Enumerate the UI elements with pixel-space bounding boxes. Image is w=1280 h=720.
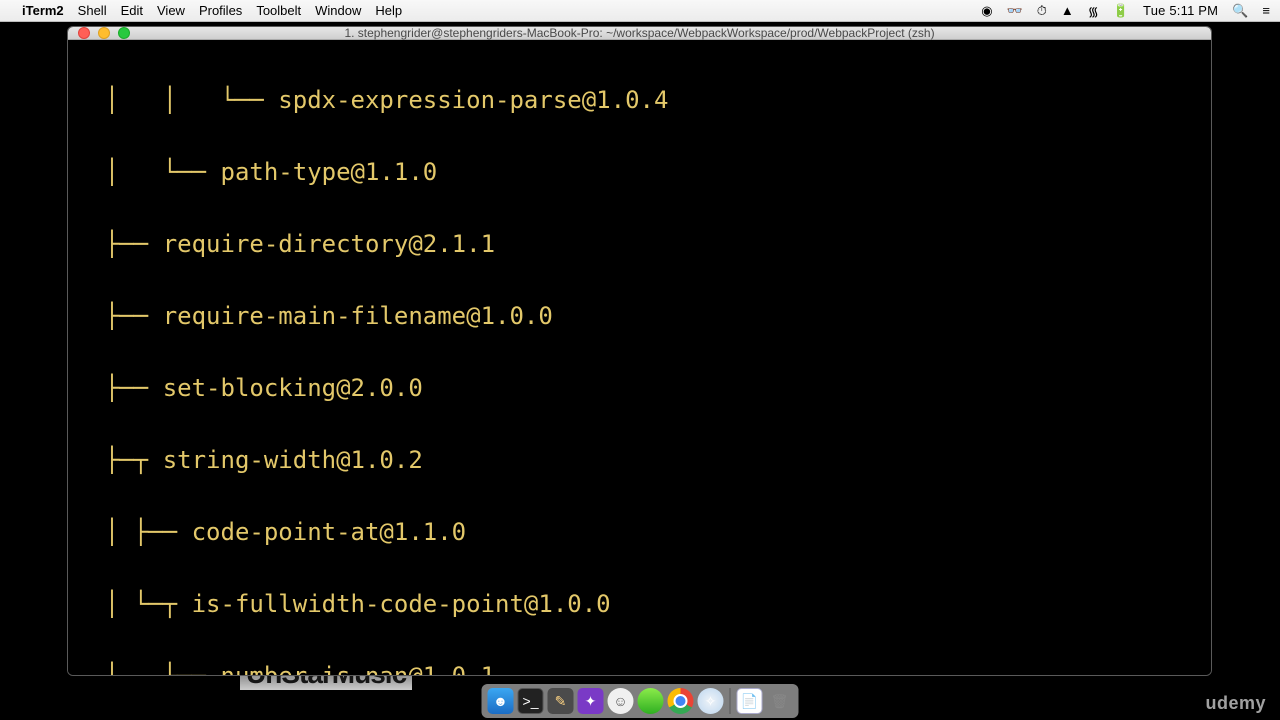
tree-line: │ └── number-is-nan@1.0.1 <box>76 658 1203 676</box>
tree-line: ├── require-directory@2.1.1 <box>76 226 1203 262</box>
udemy-watermark: udemy <box>1205 693 1266 714</box>
menu-profiles[interactable]: Profiles <box>199 3 242 18</box>
dock-finder-icon[interactable]: ☻ <box>488 688 514 714</box>
spotlight-icon[interactable]: 🔍 <box>1232 3 1248 19</box>
timer-icon[interactable]: ⏱ <box>1037 3 1047 19</box>
terminal-body[interactable]: │ │ └── spdx-expression-parse@1.0.4 │ └─… <box>68 40 1211 676</box>
menubar-app-name[interactable]: iTerm2 <box>22 3 64 18</box>
menu-help[interactable]: Help <box>375 3 402 18</box>
tree-line: │ └─┬ is-fullwidth-code-point@1.0.0 <box>76 586 1203 622</box>
dock-green-app-icon[interactable] <box>638 688 664 714</box>
menu-edit[interactable]: Edit <box>121 3 143 18</box>
wifi-icon[interactable]: ᯾ <box>1088 2 1099 20</box>
tree-line: │ └── path-type@1.1.0 <box>76 154 1203 190</box>
glasses-icon[interactable]: 👓 <box>1007 3 1023 19</box>
dock-smiley-icon[interactable]: ☺ <box>608 688 634 714</box>
dock-iterm-icon[interactable]: >_ <box>518 688 544 714</box>
tree-line: │ ├── code-point-at@1.1.0 <box>76 514 1203 550</box>
menu-shell[interactable]: Shell <box>78 3 107 18</box>
menubar-right: ◉ 👓 ⏱ ▲ ᯾ 🔋 Tue 5:11 PM 🔍 ≡ <box>981 2 1270 20</box>
menu-list-icon[interactable]: ≡ <box>1262 3 1270 18</box>
record-icon[interactable]: ◉ <box>981 3 992 19</box>
menu-view[interactable]: View <box>157 3 185 18</box>
tree-line: ├── require-main-filename@1.0.0 <box>76 298 1203 334</box>
dock-separator <box>730 688 731 714</box>
battery-icon[interactable]: 🔋 <box>1113 3 1129 19</box>
window-titlebar[interactable]: 1. stephengrider@stephengriders-MacBook-… <box>68 27 1211 40</box>
menubar-clock[interactable]: Tue 5:11 PM <box>1143 3 1218 18</box>
macos-dock: ☻ >_ ✎ ✦ ☺ ✧ 📄 🗑 <box>482 684 799 718</box>
dock-purple-app-icon[interactable]: ✦ <box>578 688 604 714</box>
dock-notes-icon[interactable]: ✎ <box>548 688 574 714</box>
dock-document-icon[interactable]: 📄 <box>737 688 763 714</box>
traffic-lights <box>78 27 130 39</box>
dock-trash-icon[interactable]: 🗑 <box>767 688 793 714</box>
tree-line: │ │ └── spdx-expression-parse@1.0.4 <box>76 82 1203 118</box>
cloud-icon[interactable]: ▲ <box>1061 3 1074 18</box>
tree-line: ├─┬ string-width@1.0.2 <box>76 442 1203 478</box>
tree-line: ├── set-blocking@2.0.0 <box>76 370 1203 406</box>
menu-window[interactable]: Window <box>315 3 361 18</box>
macos-menubar: iTerm2 Shell Edit View Profiles Toolbelt… <box>0 0 1280 22</box>
minimize-icon[interactable] <box>98 27 110 39</box>
dock-chrome-icon[interactable] <box>668 688 694 714</box>
dock-safari-icon[interactable]: ✧ <box>698 688 724 714</box>
menu-toolbelt[interactable]: Toolbelt <box>256 3 301 18</box>
window-title: 1. stephengrider@stephengriders-MacBook-… <box>68 26 1211 40</box>
iterm-window: 1. stephengrider@stephengriders-MacBook-… <box>67 26 1212 676</box>
zoom-icon[interactable] <box>118 27 130 39</box>
close-icon[interactable] <box>78 27 90 39</box>
